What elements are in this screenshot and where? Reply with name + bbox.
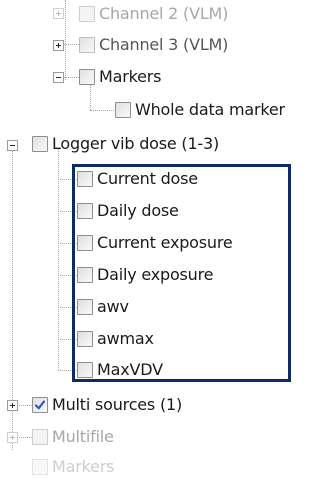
tree-item-label: Logger vib dose (1-3) — [52, 134, 220, 153]
tree-item-markers-2[interactable]: Markers — [32, 454, 114, 480]
tree-item-markers[interactable]: Markers — [79, 64, 161, 90]
checkbox[interactable] — [79, 37, 95, 53]
tree-item-multifile[interactable]: Multifile — [32, 424, 114, 450]
tree-line — [65, 0, 66, 80]
checkbox[interactable] — [79, 69, 95, 85]
collapse-icon[interactable] — [7, 140, 18, 151]
tree-item-multi-sources[interactable]: Multi sources (1) — [32, 392, 182, 418]
tree-line — [17, 437, 32, 438]
highlight-frame — [72, 164, 291, 382]
tree-line — [17, 405, 32, 406]
expand-icon[interactable] — [53, 8, 64, 19]
tree-item-label: Channel 2 (VLM) — [99, 4, 229, 23]
checkbox[interactable] — [79, 6, 95, 22]
tree-line — [58, 148, 59, 370]
tree-item-logger-vib-dose[interactable]: Logger vib dose (1-3) — [32, 131, 219, 157]
checkbox[interactable] — [32, 136, 48, 152]
tree-item-label: Whole data marker — [135, 100, 285, 119]
tree-item-channel-2[interactable]: Channel 2 (VLM) — [79, 1, 228, 27]
collapse-icon[interactable] — [53, 72, 64, 83]
tree-item-label: Markers — [99, 67, 162, 86]
checkbox[interactable] — [115, 102, 131, 118]
tree-item-label: Multi sources (1) — [52, 395, 183, 414]
tree-item-label: Channel 3 (VLM) — [99, 35, 229, 54]
expand-icon[interactable] — [7, 400, 18, 411]
tree-line — [90, 110, 114, 111]
tree-item-channel-3[interactable]: Channel 3 (VLM) — [79, 32, 228, 58]
checkbox-checked[interactable] — [32, 397, 48, 413]
expand-icon[interactable] — [53, 40, 64, 51]
tree-item-label: Multifile — [52, 427, 114, 446]
tree-item-whole-data-marker[interactable]: Whole data marker — [115, 97, 285, 123]
expand-icon[interactable] — [7, 432, 18, 443]
checkbox[interactable] — [32, 429, 48, 445]
checkmark-icon — [34, 400, 46, 410]
checkbox[interactable] — [32, 459, 48, 475]
tree-item-label: Markers — [52, 457, 115, 476]
